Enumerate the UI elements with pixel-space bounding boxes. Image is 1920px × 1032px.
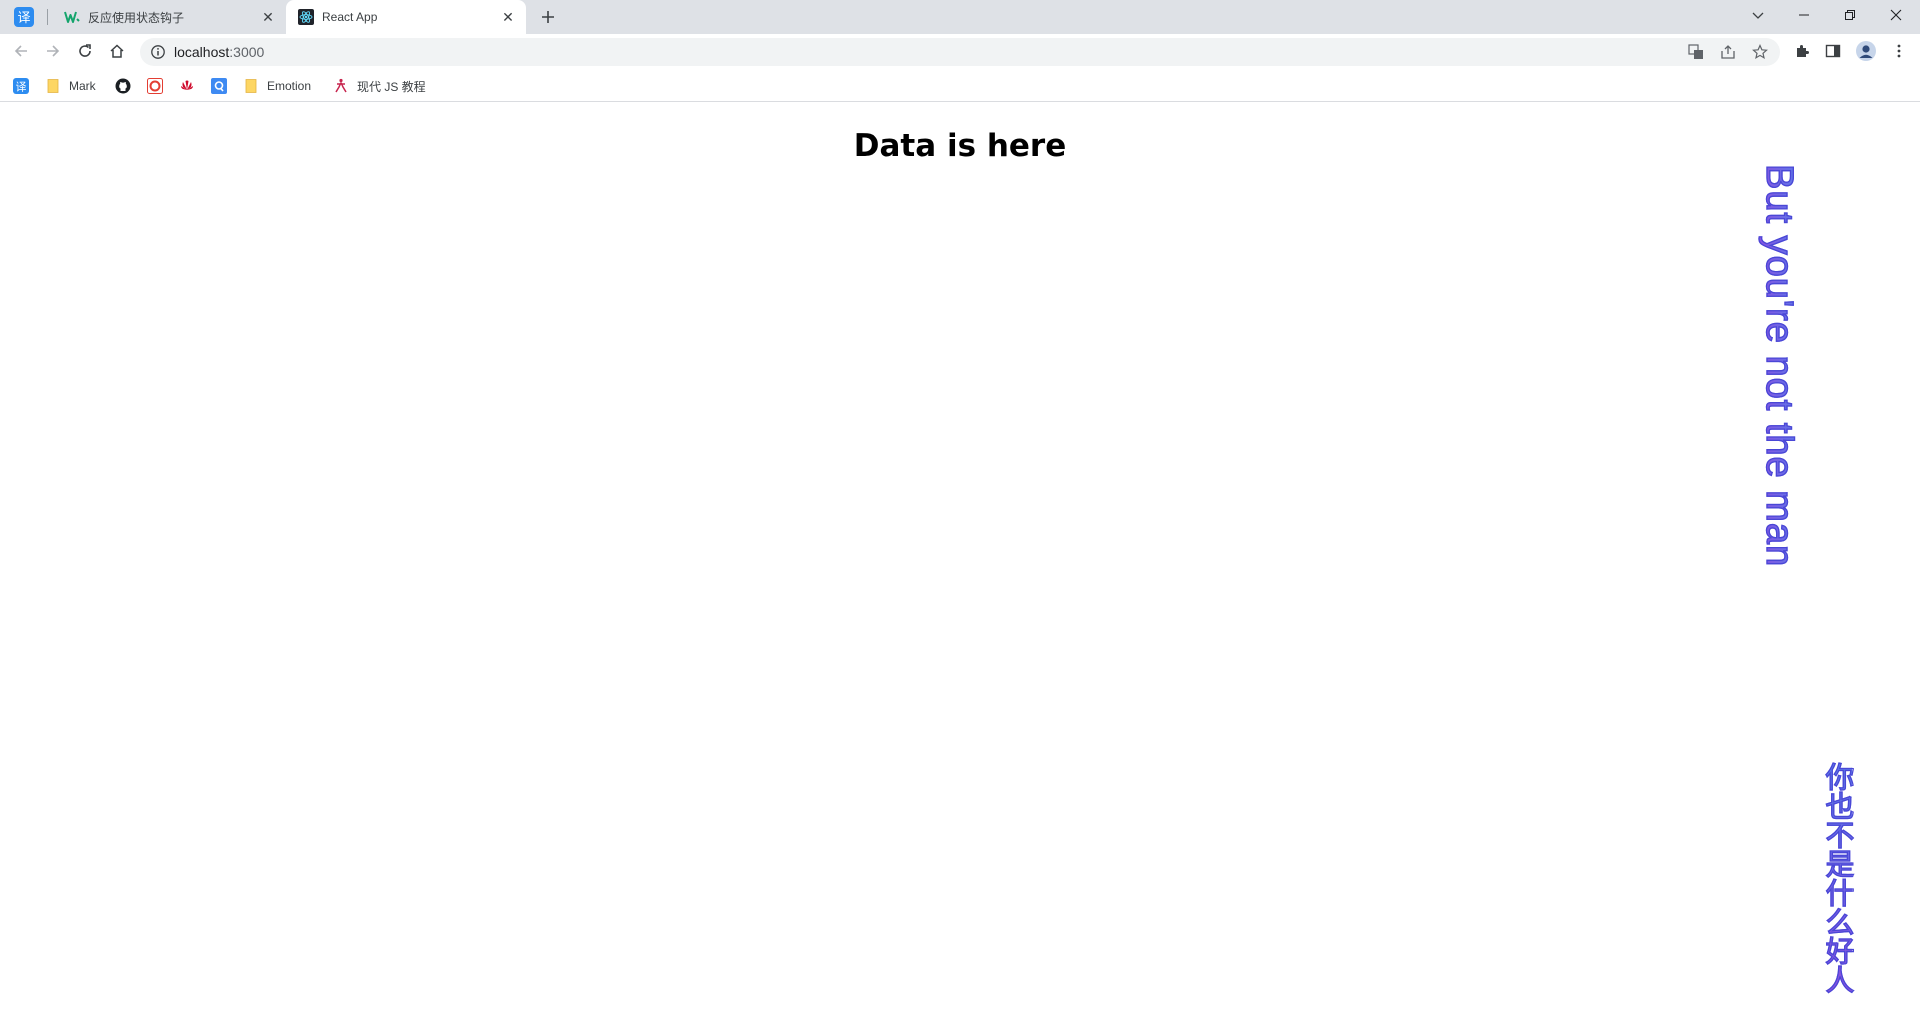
qr-icon xyxy=(211,78,227,94)
pinned-tab-translate[interactable]: 译 xyxy=(14,7,34,27)
browser-toolbar: localhost:3000 xyxy=(0,34,1920,68)
bookmark-qr[interactable] xyxy=(211,77,235,95)
side-panel-button[interactable] xyxy=(1823,41,1843,61)
back-button[interactable] xyxy=(11,41,31,61)
side-panel-icon xyxy=(1825,44,1841,58)
vertical-text-chinese: 你也不是什么好人 xyxy=(1818,761,1855,994)
tab-title: 反应使用状态钩子 xyxy=(88,10,185,25)
folder-icon xyxy=(245,79,257,93)
restore-button[interactable] xyxy=(1827,0,1873,30)
translate-icon: 译 xyxy=(14,7,34,27)
js-tutorial-icon xyxy=(335,78,347,93)
arrow-left-icon xyxy=(14,45,27,57)
bookmark-label: Mark xyxy=(69,79,96,93)
bookmark-folder-emotion[interactable]: Emotion xyxy=(243,77,311,95)
bookmark-translate[interactable]: 译 xyxy=(13,77,37,95)
huawei-icon xyxy=(181,80,193,90)
svg-text:译: 译 xyxy=(16,81,27,94)
github-icon xyxy=(115,78,131,94)
bookmarks-bar: 译 Mark Emotion 现代 JS 教程 xyxy=(0,72,1920,102)
google-translate-icon xyxy=(1688,44,1703,59)
folder-icon xyxy=(47,79,59,93)
arrow-right-icon xyxy=(47,45,60,57)
star-icon xyxy=(1752,44,1768,60)
page-title: Data is here xyxy=(853,128,1067,164)
translate-page-button[interactable] xyxy=(1687,43,1705,61)
menu-button[interactable] xyxy=(1889,41,1909,61)
bookmark-js-tutorial[interactable]: 现代 JS 教程 xyxy=(333,77,426,95)
share-icon xyxy=(1721,45,1735,59)
bookmark-github[interactable] xyxy=(115,77,139,95)
url-host: localhost xyxy=(174,44,230,60)
extensions-button[interactable] xyxy=(1792,41,1812,61)
minimize-button[interactable] xyxy=(1781,0,1827,30)
bookmark-label: 现代 JS 教程 xyxy=(357,79,426,94)
home-icon xyxy=(110,44,124,58)
minimize-icon xyxy=(1799,14,1809,16)
reload-button[interactable] xyxy=(75,41,95,61)
page-content: Data is here But you're not the man 你也不是… xyxy=(0,102,1920,1032)
profile-button[interactable] xyxy=(1856,41,1876,61)
url-text[interactable]: localhost:3000 xyxy=(174,44,264,60)
address-bar[interactable]: localhost:3000 xyxy=(140,38,1780,66)
csdn-icon xyxy=(147,78,163,94)
chevron-down-icon xyxy=(1752,12,1764,19)
forward-button[interactable] xyxy=(43,41,63,61)
tab-strip: 译 反应使用状态钩子 ✕ React App ✕ xyxy=(0,0,1920,34)
avatar xyxy=(1856,41,1876,61)
bookmark-csdn[interactable] xyxy=(147,77,171,95)
tab-title: React App xyxy=(322,10,378,24)
new-tab-button[interactable] xyxy=(538,7,558,27)
bookmark-folder-mark[interactable]: Mark xyxy=(45,77,96,95)
tab-search-button[interactable] xyxy=(1735,0,1781,30)
react-logo-icon xyxy=(298,9,314,25)
translate-icon: 译 xyxy=(13,78,29,94)
tab-react-app[interactable]: React App ✕ xyxy=(286,0,526,34)
plus-icon xyxy=(542,11,554,23)
info-icon[interactable] xyxy=(150,44,166,60)
w-logo-icon xyxy=(64,11,80,23)
bookmark-star-button[interactable] xyxy=(1751,43,1769,61)
url-port: :3000 xyxy=(229,44,265,60)
close-window-button[interactable] xyxy=(1873,0,1919,30)
bookmark-huawei[interactable] xyxy=(179,77,203,95)
close-tab-icon[interactable]: ✕ xyxy=(500,9,516,25)
share-button[interactable] xyxy=(1719,43,1737,61)
tab-wiki[interactable]: 反应使用状态钩子 ✕ xyxy=(52,0,286,34)
svg-text:译: 译 xyxy=(17,11,30,26)
reload-icon xyxy=(79,44,91,57)
tab-separator xyxy=(47,9,48,25)
home-button[interactable] xyxy=(107,41,127,61)
vertical-text-english: But you're not the man xyxy=(1757,163,1800,568)
close-tab-icon[interactable]: ✕ xyxy=(260,9,276,25)
bookmark-label: Emotion xyxy=(267,79,312,93)
close-icon xyxy=(1890,9,1902,21)
more-vert-icon xyxy=(1897,44,1901,58)
puzzle-icon xyxy=(1797,45,1809,57)
restore-icon xyxy=(1845,10,1855,20)
